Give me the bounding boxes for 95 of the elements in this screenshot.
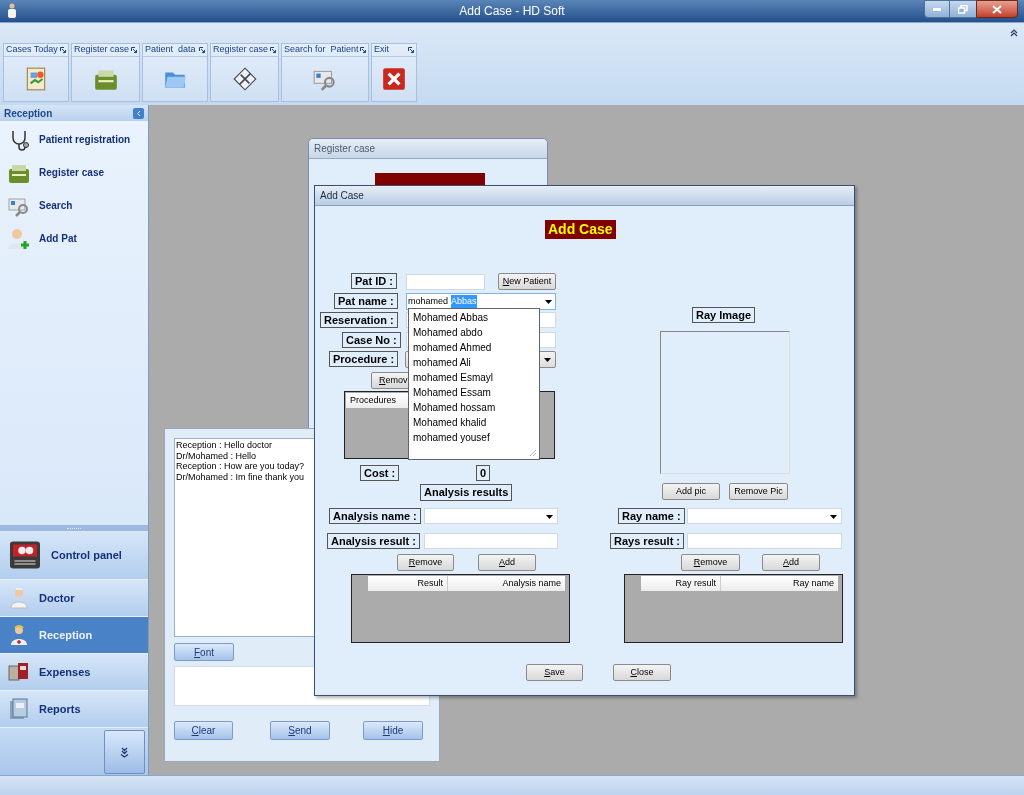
field-label: Case No : — [342, 332, 401, 348]
pat-id-field[interactable] — [406, 274, 485, 290]
field-label: Ray name : — [618, 508, 685, 524]
remove-pic-button[interactable]: Remove Pic — [729, 483, 788, 500]
splitter-grip[interactable] — [0, 525, 148, 531]
dialog-launcher-icon[interactable] — [60, 47, 66, 53]
pat-name-combobox[interactable]: mohamed Abbas — [406, 293, 556, 310]
restore-icon — [958, 4, 968, 14]
column-header: Result — [368, 576, 448, 591]
chat-message: Reception : Hello doctor — [176, 440, 273, 451]
selected-text: Abbas — [451, 294, 477, 309]
field-label: Procedure : — [329, 351, 399, 367]
window-title: Register case — [314, 142, 376, 156]
app-icon — [6, 3, 18, 19]
chat-message: Reception : How are you today? — [176, 461, 305, 472]
column-header: Analysis name — [501, 577, 562, 590]
chevron-down-icon — [120, 746, 129, 758]
dropdown-option[interactable]: mohamed Ahmed — [409, 340, 539, 355]
font-button[interactable]: Font — [174, 643, 234, 661]
books-icon — [7, 660, 31, 684]
add-button[interactable]: Add — [478, 554, 536, 571]
close-icon — [992, 4, 1002, 14]
dropdown-arrow-icon — [544, 358, 551, 362]
remove-button[interactable]: Remove — [681, 554, 740, 571]
navigation-button[interactable]: Reception — [0, 617, 148, 654]
sidebar-item[interactable]: Patient registration — [0, 123, 148, 156]
more-buttons-button[interactable] — [104, 730, 145, 774]
group-label: Patient data — [145, 43, 196, 57]
dropdown-option[interactable]: Mohamed khalid — [409, 415, 539, 430]
collapse-ribbon-icon[interactable] — [1010, 29, 1018, 37]
add-person-icon — [7, 226, 31, 251]
dialog-launcher-icon[interactable] — [360, 47, 366, 53]
navigation-button[interactable]: Expenses — [0, 654, 148, 691]
group-label: Search for Patient — [284, 43, 359, 57]
doctor-icon — [7, 586, 31, 610]
window-title: Add Case - HD Soft — [459, 3, 565, 20]
dropdown-arrow-icon — [545, 300, 552, 304]
group-label: Cases Today — [6, 43, 58, 57]
sidebar-item[interactable]: Register case — [0, 156, 148, 189]
field-label: Rays result : — [610, 533, 685, 549]
hide-button[interactable]: Hide — [363, 721, 423, 740]
navigation-button[interactable]: Control panel — [0, 531, 148, 580]
field-label: Cost : — [360, 465, 400, 481]
panel-title: Reception — [4, 106, 53, 121]
typed-text: mohamed — [408, 294, 449, 308]
field-label: Reservation : — [320, 312, 398, 328]
cost-value: 0 — [476, 465, 490, 481]
dialog-launcher-icon[interactable] — [408, 47, 414, 53]
sidebar-item[interactable]: Search — [0, 189, 148, 222]
group-label: Exit — [374, 43, 389, 57]
navigation-button[interactable]: Doctor — [0, 580, 148, 617]
section-label: Ray Image — [692, 307, 756, 323]
add-pic-button[interactable]: Add pic — [662, 483, 720, 500]
clear-button[interactable]: Clear — [174, 721, 233, 740]
chat-message: Dr/Mohamed : Hello — [176, 450, 257, 461]
group-label: Register case — [213, 43, 269, 57]
dialog-launcher-icon[interactable] — [270, 47, 276, 53]
field-label: Pat ID : — [351, 273, 397, 289]
form-heading: Add Case — [545, 220, 616, 239]
resize-grip-icon[interactable] — [529, 449, 537, 457]
remove-button[interactable]: Remove — [397, 554, 454, 571]
dropdown-arrow-icon — [830, 515, 837, 519]
send-button[interactable]: Send — [270, 721, 330, 740]
sidebar-item[interactable]: Add Pat — [0, 222, 148, 255]
dropdown-option[interactable]: mohamed Ali — [409, 355, 539, 370]
close-button[interactable] — [976, 0, 1018, 18]
navigation-button[interactable]: Reports — [0, 691, 148, 728]
chevron-left-icon — [136, 109, 141, 117]
field-label: Analysis name : — [329, 508, 421, 524]
dropdown-option[interactable]: Mohamed abdo — [409, 325, 539, 340]
column-header: Ray name — [791, 577, 835, 590]
new-patient-button[interactable]: New Patient — [498, 273, 556, 290]
analysis-result-field[interactable] — [424, 533, 558, 549]
close-button[interactable]: Close — [613, 664, 671, 681]
collapse-button[interactable] — [133, 107, 144, 119]
rays-result-field[interactable] — [687, 533, 842, 549]
minimize-button[interactable] — [924, 0, 950, 18]
minimize-icon — [933, 7, 941, 11]
section-label: Analysis results — [420, 484, 513, 501]
column-header: Ray result — [641, 576, 721, 591]
binder-icon — [7, 697, 31, 721]
exit-icon — [381, 66, 407, 92]
add-button[interactable]: Add — [762, 554, 820, 571]
group-label: Register case — [74, 43, 130, 57]
dropdown-arrow-icon — [546, 515, 553, 519]
window-title: Add Case — [320, 189, 364, 203]
dialog-launcher-icon[interactable] — [199, 47, 205, 53]
dropdown-option[interactable]: mohamed yousef — [409, 430, 539, 445]
save-button[interactable]: Save — [526, 664, 583, 681]
dialog-launcher-icon[interactable] — [131, 47, 137, 53]
field-label: Analysis result : — [327, 533, 420, 549]
dropdown-option[interactable]: Mohamed Abbas — [409, 310, 539, 325]
chat-message: Dr/Mohamed : Im fine thank you — [176, 471, 305, 482]
maximize-button[interactable] — [950, 0, 976, 18]
field-label: Pat name : — [334, 293, 398, 309]
